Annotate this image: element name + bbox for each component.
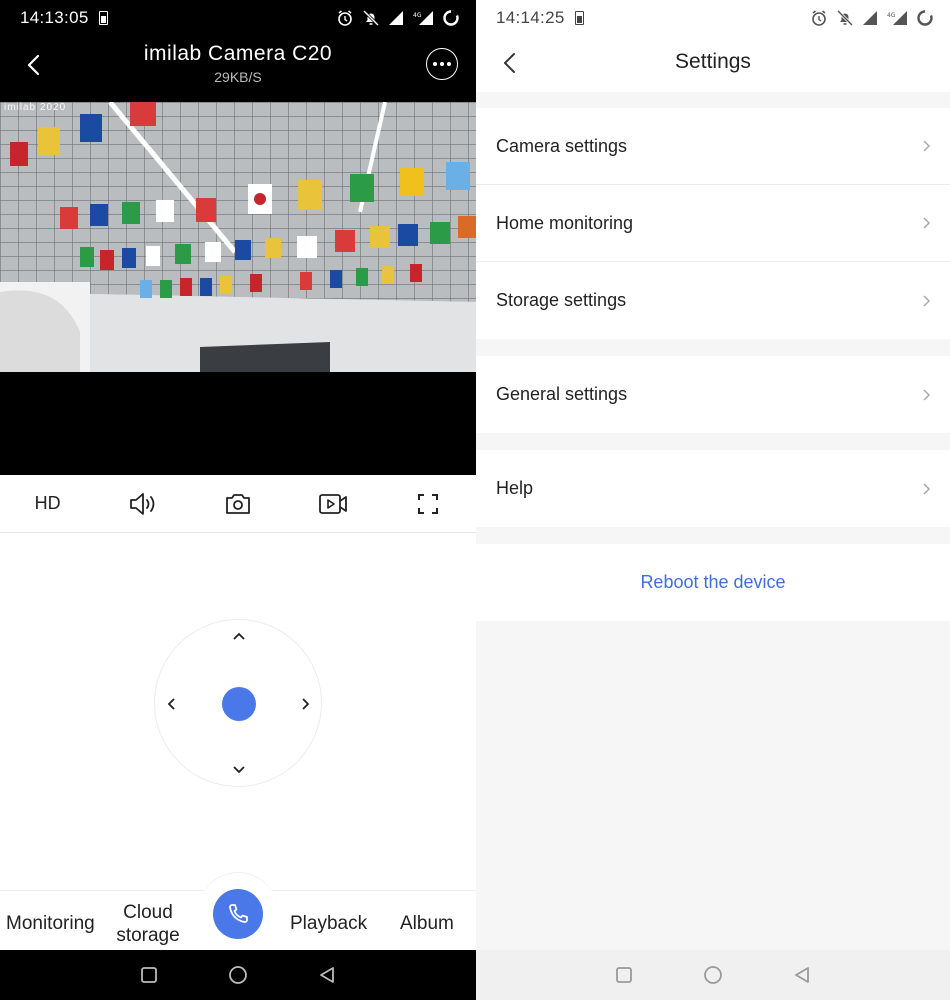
svg-text:4G: 4G	[413, 12, 422, 19]
tab-monitoring[interactable]: Monitoring	[6, 912, 95, 935]
settings-item-label: Help	[496, 478, 534, 498]
settings-item-general[interactable]: General settings	[476, 356, 950, 433]
settings-item-label: Home monitoring	[496, 212, 634, 233]
alarm-icon	[812, 10, 826, 26]
chevron-right-icon	[923, 217, 931, 229]
tab-cloud-line1: Cloud	[123, 902, 173, 923]
settings-group-general: General settings	[476, 356, 950, 433]
settings-item-camera[interactable]: Camera settings	[476, 108, 950, 185]
signal-icon	[389, 11, 403, 25]
video-timestamp-overlay: imilab 2020	[4, 102, 67, 113]
battery-charging-icon	[574, 11, 584, 25]
ptz-joystick[interactable]	[154, 619, 322, 787]
tab-cloud-storage[interactable]: Cloud storage	[110, 901, 186, 947]
alarm-icon	[338, 10, 352, 26]
page-title: Settings	[675, 50, 751, 73]
status-time: 14:13:05	[20, 8, 89, 27]
screenshot-button[interactable]	[208, 484, 268, 524]
pan-down-arrow-icon[interactable]	[229, 760, 249, 780]
status-bar: 14:14:25 4G	[476, 0, 950, 36]
svg-text:4G: 4G	[887, 12, 896, 19]
fullscreen-icon	[418, 493, 439, 514]
dot-icon	[433, 62, 437, 66]
4g-signal-icon: 4G	[413, 11, 433, 25]
chevron-right-icon	[923, 482, 931, 495]
chevron-right-icon	[923, 294, 931, 307]
speaker-button[interactable]	[113, 484, 173, 524]
phone-icon	[229, 904, 248, 923]
status-bar: 14:13:05 4G	[0, 0, 476, 36]
tab-playback[interactable]: Playback	[290, 912, 367, 935]
fullscreen-button[interactable]	[398, 484, 458, 524]
camera-header: imilab Camera C20 29KB/S	[0, 36, 476, 102]
call-button[interactable]	[213, 889, 263, 939]
settings-item-home-monitoring[interactable]: Home monitoring	[476, 185, 950, 262]
settings-item-storage[interactable]: Storage settings	[476, 262, 950, 339]
settings-group-help: Help	[476, 450, 950, 527]
dot-icon	[447, 62, 451, 66]
joystick-handle[interactable]	[222, 687, 256, 721]
settings-item-label: General settings	[496, 384, 628, 404]
pan-up-arrow-icon[interactable]	[229, 626, 249, 646]
back-triangle-icon[interactable]	[318, 966, 336, 984]
tab-album[interactable]: Album	[400, 912, 454, 935]
camera-view-screen: 14:13:05 4G imilab Camera C20 29KB/S imi…	[0, 0, 476, 1000]
chevron-right-icon	[923, 140, 931, 152]
chevron-right-icon	[923, 388, 931, 401]
settings-group-reboot: Reboot the device	[476, 544, 950, 621]
battery-charging-icon	[98, 11, 108, 25]
pan-right-arrow-icon[interactable]	[296, 694, 316, 714]
mute-icon	[836, 9, 854, 27]
hd-toggle-button[interactable]: HD	[18, 484, 78, 524]
mute-icon	[362, 9, 380, 27]
pan-left-arrow-icon[interactable]	[161, 694, 181, 714]
settings-item-help[interactable]: Help	[476, 450, 950, 527]
home-icon[interactable]	[703, 965, 723, 985]
tab-cloud-line2: storage	[116, 925, 180, 946]
settings-item-label: Storage settings	[496, 290, 627, 310]
camera-title: imilab Camera C20	[143, 42, 333, 65]
settings-header: Settings	[476, 36, 950, 92]
loading-ring-icon	[443, 10, 459, 26]
settings-item-label: Camera settings	[496, 135, 628, 156]
video-letterbox	[0, 372, 476, 475]
speaker-icon	[129, 492, 155, 515]
back-triangle-icon[interactable]	[793, 966, 811, 984]
video-record-icon	[319, 493, 348, 514]
recent-apps-icon[interactable]	[140, 966, 158, 984]
video-frame-image	[0, 102, 476, 372]
settings-group-main: Camera settings Home monitoring Storage …	[476, 108, 950, 339]
signal-icon	[863, 11, 877, 25]
system-nav-bar	[476, 950, 950, 1000]
status-time: 14:14:25	[496, 8, 565, 27]
settings-screen: 14:14:25 4G Settings Camera settings Hom…	[476, 0, 950, 1000]
system-nav-bar	[0, 950, 476, 1000]
stream-speed: 29KB/S	[214, 69, 262, 85]
recent-apps-icon[interactable]	[615, 966, 633, 984]
more-options-button[interactable]	[426, 48, 458, 80]
4g-signal-icon: 4G	[887, 11, 907, 25]
live-video-feed[interactable]: imilab 2020	[0, 102, 476, 372]
record-button[interactable]	[303, 484, 363, 524]
camera-icon	[226, 493, 250, 514]
reboot-device-button[interactable]: Reboot the device	[476, 544, 950, 621]
video-control-bar: HD	[0, 475, 476, 533]
dot-icon	[440, 62, 444, 66]
loading-ring-icon	[917, 10, 933, 26]
home-icon[interactable]	[228, 965, 248, 985]
